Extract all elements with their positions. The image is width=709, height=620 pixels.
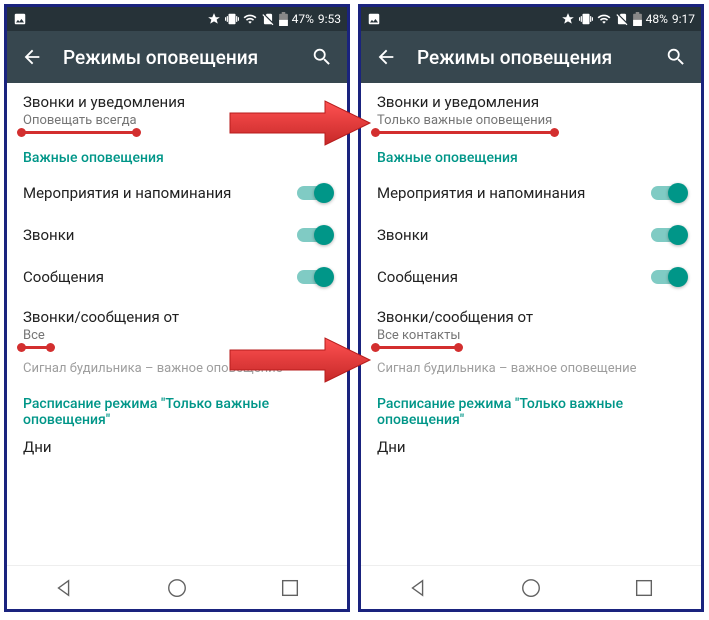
phone-right: 48% 9:17 Режимы оповещения Звонки и увед… <box>358 4 704 612</box>
wifi-icon <box>243 12 257 26</box>
search-icon[interactable] <box>665 46 687 68</box>
switch-on[interactable] <box>651 270 685 284</box>
item-primary: Дни <box>377 438 685 456</box>
toggle-calls[interactable]: Звонки <box>7 214 347 256</box>
toggle-label: Мероприятия и напоминания <box>23 184 231 202</box>
switch-on[interactable] <box>297 186 331 200</box>
nav-back-icon[interactable] <box>407 577 429 599</box>
toggle-messages[interactable]: Сообщения <box>7 256 347 298</box>
toggle-label: Сообщения <box>23 268 104 286</box>
appbar: Режимы оповещения <box>7 31 347 83</box>
section-important: Важные оповещения <box>361 136 701 172</box>
image-icon <box>13 12 27 26</box>
time-text: 9:53 <box>318 12 341 26</box>
section-schedule: Расписание режима "Только важные оповеще… <box>361 382 701 430</box>
vibrate-icon <box>579 12 593 26</box>
annotation-arrow <box>225 335 375 385</box>
nav-recent-icon[interactable] <box>633 577 655 599</box>
navbar <box>7 565 347 609</box>
section-schedule: Расписание режима "Только важные оповеще… <box>7 382 347 430</box>
item-secondary: Только важные оповещения <box>377 113 685 128</box>
toggle-messages[interactable]: Сообщения <box>361 256 701 298</box>
battery-text: 47% <box>292 12 314 26</box>
item-primary: Звонки и уведомления <box>377 93 685 111</box>
nav-home-icon[interactable] <box>166 577 188 599</box>
item-secondary: Все контакты <box>377 328 685 343</box>
days-item[interactable]: Дни <box>7 430 347 470</box>
item-primary: Дни <box>23 438 331 456</box>
statusbar: 47% 9:53 <box>7 7 347 31</box>
switch-on[interactable] <box>651 228 685 242</box>
content: Звонки и уведомления Только важные опове… <box>361 83 701 565</box>
star-icon <box>561 12 575 26</box>
toggle-label: Звонки <box>377 226 428 244</box>
nav-recent-icon[interactable] <box>279 577 301 599</box>
phone-left: 47% 9:53 Режимы оповещения Звонки и увед… <box>4 4 350 612</box>
search-icon[interactable] <box>311 46 333 68</box>
toggle-label: Мероприятия и напоминания <box>377 184 585 202</box>
vibrate-icon <box>225 12 239 26</box>
toggle-calls[interactable]: Звонки <box>361 214 701 256</box>
image-icon <box>367 12 381 26</box>
annotation-underline <box>21 346 51 349</box>
statusbar: 48% 9:17 <box>361 7 701 31</box>
star-icon <box>207 12 221 26</box>
annotation-underline <box>375 131 555 134</box>
battery-icon <box>279 12 288 26</box>
toggle-events[interactable]: Мероприятия и напоминания <box>7 172 347 214</box>
annotation-underline <box>375 346 459 349</box>
wifi-icon <box>597 12 611 26</box>
toggle-events[interactable]: Мероприятия и напоминания <box>361 172 701 214</box>
no-sim-icon <box>261 12 275 26</box>
item-primary: Звонки/сообщения от <box>377 308 685 326</box>
navbar <box>361 565 701 609</box>
calls-from-item[interactable]: Звонки/сообщения от Все контакты <box>361 298 701 351</box>
annotation-underline <box>21 131 137 134</box>
toggle-label: Звонки <box>23 226 74 244</box>
switch-on[interactable] <box>651 186 685 200</box>
switch-on[interactable] <box>297 228 331 242</box>
page-title: Режимы оповещения <box>63 46 291 69</box>
page-title: Режимы оповещения <box>417 46 645 69</box>
appbar: Режимы оповещения <box>361 31 701 83</box>
back-icon[interactable] <box>21 46 43 68</box>
hint-text: Сигнал будильника – важное оповещение <box>361 351 701 382</box>
nav-home-icon[interactable] <box>520 577 542 599</box>
time-text: 9:17 <box>672 12 695 26</box>
back-icon[interactable] <box>375 46 397 68</box>
annotation-arrow <box>225 98 375 148</box>
days-item[interactable]: Дни <box>361 430 701 470</box>
content: Звонки и уведомления Оповещать всегда Ва… <box>7 83 347 565</box>
no-sim-icon <box>615 12 629 26</box>
item-primary: Звонки/сообщения от <box>23 308 331 326</box>
toggle-label: Сообщения <box>377 268 458 286</box>
battery-text: 48% <box>646 12 668 26</box>
switch-on[interactable] <box>297 270 331 284</box>
calls-notifications-item[interactable]: Звонки и уведомления Только важные опове… <box>361 83 701 136</box>
battery-icon <box>633 12 642 26</box>
nav-back-icon[interactable] <box>53 577 75 599</box>
